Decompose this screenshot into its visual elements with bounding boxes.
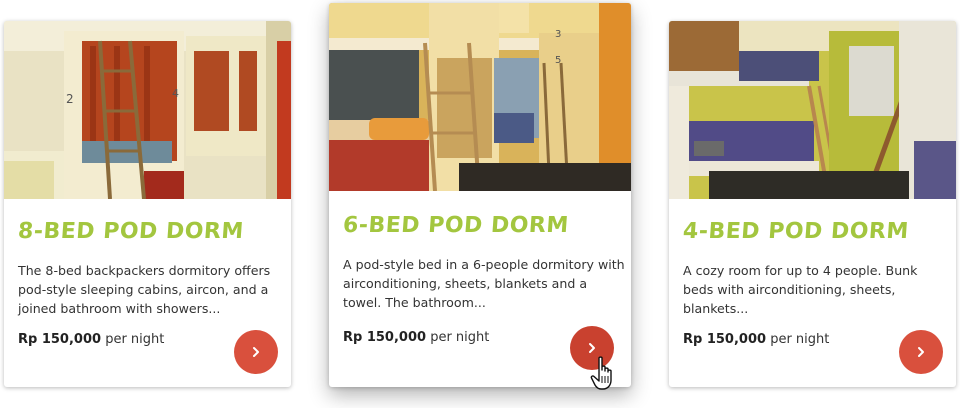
hand-pointer-icon [590,356,612,390]
room-price: Rp 150,000 per night [343,330,489,345]
room-card-6-bed[interactable]: 3 5 6-Bed Pod Dorm A pod-style bed in a … [329,3,631,387]
price-amount: Rp 150,000 [683,332,767,347]
room-price: Rp 150,000 per night [683,332,829,347]
room-description: A cozy room for up to 4 people. Bunk bed… [683,263,918,316]
room-title: 6-Bed Pod Dorm [342,213,570,238]
pod-number-label: 5 [555,55,561,66]
pod-number-label: 4 [172,87,179,100]
room-description: The 8-bed backpackers dormitory offers p… [18,263,271,316]
room-price: Rp 150,000 per night [18,332,164,347]
price-suffix: per night [101,332,165,347]
chevron-right-icon [589,343,595,353]
price-amount: Rp 150,000 [343,330,427,345]
price-suffix: per night [426,330,490,345]
room-title: 8-Bed Pod Dorm [17,219,245,244]
room-title: 4-Bed Pod Dorm [682,219,910,244]
room-description: A pod-style bed in a 6-people dormitory … [343,257,625,310]
room-photo-4-bed[interactable] [669,21,956,199]
chevron-right-icon [253,347,259,357]
chevron-right-icon [918,347,924,357]
room-photo-6-bed[interactable]: 3 5 [329,3,631,191]
pod-number-label: 2 [66,92,74,106]
room-photo-8-bed[interactable]: 2 4 [4,21,291,199]
pod-number-label: 3 [555,29,561,40]
view-room-button[interactable] [899,330,943,374]
price-suffix: per night [766,332,830,347]
price-amount: Rp 150,000 [18,332,102,347]
view-room-button[interactable] [234,330,278,374]
room-card-4-bed[interactable]: 4-Bed Pod Dorm A cozy room for up to 4 p… [669,21,956,387]
room-card-8-bed[interactable]: 2 4 8-Bed Pod Dorm The 8-bed backpackers… [4,21,291,387]
